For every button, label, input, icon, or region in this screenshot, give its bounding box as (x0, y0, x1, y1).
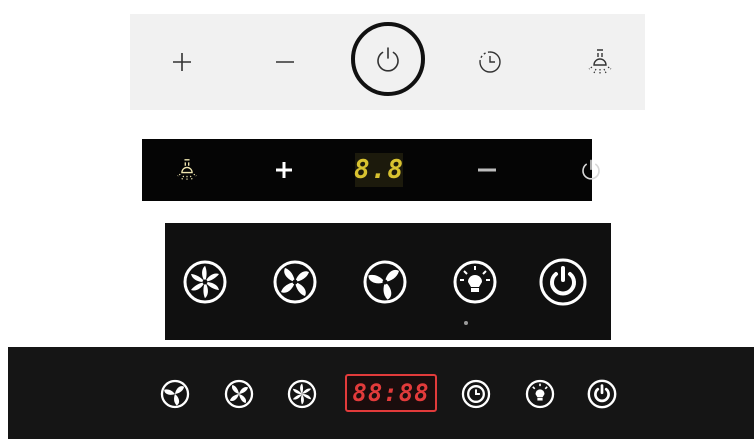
clock-icon (461, 379, 491, 409)
fan-speed-2-icon (224, 379, 254, 409)
digit-display: 8.8 (354, 153, 404, 187)
plus-button[interactable] (162, 42, 202, 82)
timer-button[interactable] (470, 44, 510, 80)
plus-icon (173, 53, 191, 71)
control-panel-light (130, 14, 645, 110)
control-panel-fan-icons (165, 223, 611, 340)
light-button[interactable] (523, 377, 557, 411)
power-button[interactable] (535, 254, 591, 310)
light-bulb-icon (588, 49, 612, 74)
fan-speed-2-button[interactable] (269, 256, 321, 308)
control-panel-amber-display: 8.8 (142, 139, 600, 201)
indicator-dot (464, 321, 468, 325)
minus-button[interactable] (472, 156, 502, 184)
fan-speed-2-button[interactable] (222, 377, 256, 411)
timer-icon (479, 51, 501, 73)
control-panel-red-display: 88:88 (8, 347, 754, 439)
light-bulb-icon (453, 260, 497, 304)
fan-speed-3-icon (183, 260, 227, 304)
minus-icon (276, 61, 294, 63)
minus-icon (478, 168, 496, 172)
fan-speed-1-icon (160, 379, 190, 409)
fan-speed-2-icon (273, 260, 317, 304)
fan-speed-3-button[interactable] (179, 256, 231, 308)
power-icon (539, 258, 587, 306)
plus-button[interactable] (270, 156, 298, 184)
fan-speed-3-icon (287, 379, 317, 409)
fan-speed-1-button[interactable] (359, 256, 411, 308)
light-button[interactable] (172, 155, 202, 185)
clock-display: 88:88 (345, 374, 437, 412)
power-icon (582, 159, 600, 180)
fan-speed-1-icon (363, 260, 407, 304)
plus-icon (276, 162, 292, 178)
light-button[interactable] (580, 40, 620, 84)
fan-speed-1-button[interactable] (158, 377, 192, 411)
power-icon (377, 47, 399, 72)
power-button[interactable] (585, 377, 619, 411)
fan-speed-3-button[interactable] (285, 377, 319, 411)
minus-button[interactable] (265, 42, 305, 82)
power-icon (587, 379, 617, 409)
light-bulb-icon (525, 379, 555, 409)
timer-button[interactable] (459, 377, 493, 411)
light-button[interactable] (449, 256, 501, 308)
power-button[interactable] (574, 153, 608, 187)
power-button[interactable] (351, 22, 425, 96)
light-bulb-icon (177, 159, 197, 181)
